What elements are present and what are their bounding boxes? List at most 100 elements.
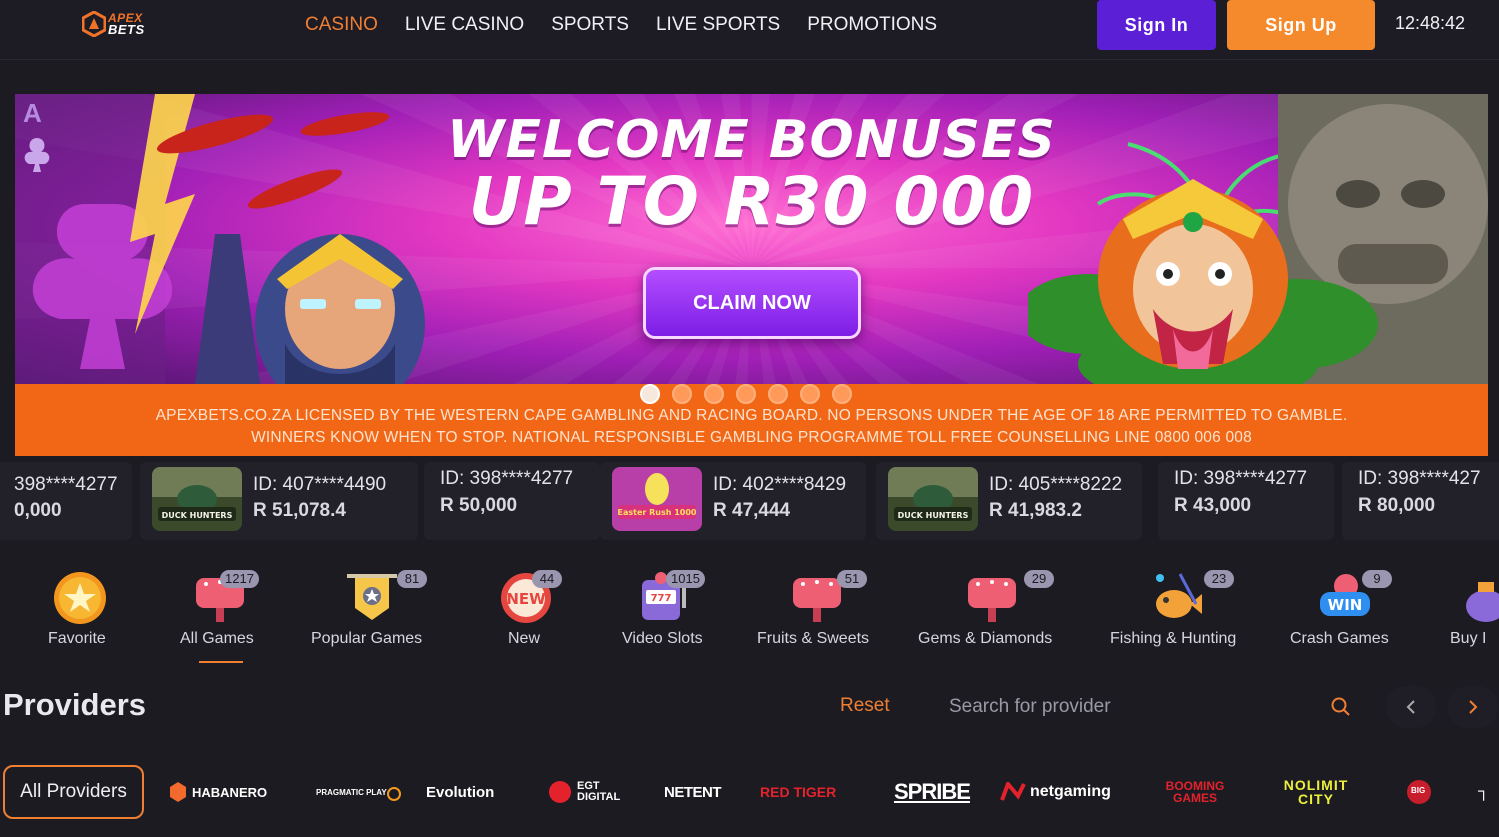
- category-buy-bonus[interactable]: Buy I: [1450, 568, 1499, 668]
- carousel-dot[interactable]: [768, 384, 788, 404]
- carousel-dot[interactable]: [672, 384, 692, 404]
- main-nav: CASINO LIVE CASINO SPORTS LIVE SPORTS PR…: [305, 12, 964, 38]
- category-label: Fishing & Hunting: [1110, 630, 1237, 647]
- category-count-badge: 23: [1204, 570, 1234, 588]
- money-bag-icon: [1466, 582, 1499, 622]
- category-count-badge: 1217: [220, 570, 259, 588]
- license-line2: WINNERS KNOW WHEN TO STOP. NATIONAL RESP…: [251, 429, 1252, 446]
- signboard-icon: [968, 578, 1016, 622]
- nav-casino[interactable]: CASINO: [305, 12, 378, 38]
- duck-hunters-thumbnail: DUCK HUNTERS: [152, 467, 242, 531]
- thumb-title: Easter Rush 1000: [618, 508, 697, 517]
- svg-text:NEW: NEW: [506, 590, 546, 608]
- thumb-title: DUCK HUNTERS: [162, 511, 233, 520]
- svg-text:777: 777: [651, 593, 672, 604]
- category-label: Fruits & Sweets: [757, 630, 870, 647]
- all-providers-button[interactable]: All Providers: [3, 765, 144, 819]
- winner-card[interactable]: ID: 398****427 R 80,000: [1342, 462, 1499, 540]
- apexbets-logo[interactable]: APEX BETS: [82, 9, 174, 39]
- carousel-dot[interactable]: [736, 384, 756, 404]
- provider-name: NOLIMIT CITY: [1283, 777, 1349, 807]
- provider-spribe[interactable]: SPRIBE: [894, 776, 971, 808]
- winner-id: ID: 407****4490: [253, 474, 387, 495]
- provider-netgaming[interactable]: netgaming: [1000, 776, 1111, 808]
- nav-sports[interactable]: SPORTS: [551, 12, 629, 38]
- banner-headline: WELCOME BONUSES UP TO R30 000: [15, 112, 1488, 236]
- provider-name: HABANERO: [192, 784, 268, 800]
- category-label: Buy I: [1450, 630, 1487, 647]
- provider-name: BIG: [1411, 786, 1426, 795]
- duck-hunters-thumbnail: DUCK HUNTERS: [888, 467, 978, 531]
- provider-big-time-gaming[interactable]: BIG: [1406, 776, 1432, 808]
- egt-icon: [549, 781, 571, 803]
- carousel-dots: [640, 384, 852, 404]
- provider-search: [935, 686, 1365, 728]
- provider-name: Evolution: [426, 783, 495, 801]
- thumb-title: DUCK HUNTERS: [898, 511, 969, 520]
- winner-card[interactable]: DUCK HUNTERS ID: 405****8222 R 41,983.2: [876, 462, 1142, 540]
- provider-nolimit-city[interactable]: NOLIMIT CITY: [1268, 776, 1364, 808]
- nav-promotions[interactable]: PROMOTIONS: [807, 12, 937, 38]
- svg-text:WIN: WIN: [1328, 596, 1363, 614]
- sign-in-button[interactable]: Sign In: [1097, 0, 1216, 50]
- logo-hexagon-icon: [82, 11, 106, 37]
- reset-button[interactable]: Reset: [840, 695, 890, 717]
- carousel-dot[interactable]: [832, 384, 852, 404]
- category-label: Crash Games: [1290, 630, 1389, 647]
- provider-name: netgaming: [1030, 783, 1111, 800]
- provider-netent[interactable]: NETENT: [664, 776, 722, 808]
- provider-name: SPRIBE: [894, 779, 971, 804]
- winner-amount: R 47,444: [713, 500, 791, 521]
- winner-id: ID: 402****8429: [713, 474, 847, 495]
- search-icon[interactable]: [1330, 696, 1352, 718]
- fishing-icon: [1156, 573, 1202, 618]
- logo-wordmark: APEX BETS: [108, 12, 145, 37]
- provider-booming-games[interactable]: BOOMING GAMES: [1160, 776, 1230, 808]
- category-label: Gems & Diamonds: [918, 630, 1053, 647]
- winner-id: ID: 398****4277: [1174, 468, 1308, 489]
- sign-up-button[interactable]: Sign Up: [1227, 0, 1375, 50]
- carousel-dot[interactable]: [800, 384, 820, 404]
- active-category-underline: [199, 661, 243, 663]
- carousel-dot[interactable]: [704, 384, 724, 404]
- providers-next-button[interactable]: [1448, 686, 1498, 728]
- winner-amount: R 41,983.2: [989, 500, 1082, 521]
- clock: 12:48:42: [1395, 13, 1466, 33]
- category-count-badge: 81: [397, 570, 427, 588]
- provider-search-input[interactable]: [935, 686, 1325, 728]
- provider-list: All Providers HABANERO PRAGMATIC PLAY Ev…: [0, 762, 1499, 822]
- promo-banner[interactable]: A WELCOME BONUSES UP TO R30 000 CLAIM NO…: [15, 94, 1488, 384]
- license-line1: APEXBETS.CO.ZA LICENSED BY THE WESTERN C…: [155, 407, 1348, 424]
- carousel-dot[interactable]: [640, 384, 660, 404]
- providers-prev-button[interactable]: [1386, 686, 1436, 728]
- category-count-badge: 44: [532, 570, 562, 588]
- game-categories: Favorite 1217 All Games 81 Popular Games…: [0, 568, 1499, 668]
- provider-habanero[interactable]: HABANERO: [170, 776, 267, 808]
- provider-egt-digital[interactable]: EGT DIGITAL: [548, 776, 627, 808]
- nav-live-sports[interactable]: LIVE SPORTS: [656, 12, 780, 38]
- banner-title-line1: WELCOME BONUSES: [447, 110, 1056, 170]
- provider-red-tiger[interactable]: RED TIGER: [760, 776, 836, 808]
- winner-card[interactable]: DUCK HUNTERS ID: 407****4490 R 51,078.4: [140, 462, 418, 540]
- winner-amount: 0,000: [14, 500, 62, 521]
- recent-winners-ticker: 398****4277 0,000 DUCK HUNTERS ID: 407**…: [0, 462, 1499, 542]
- winner-card[interactable]: ID: 398****4277 R 50,000: [424, 462, 600, 540]
- provider-evolution[interactable]: Evolution: [426, 776, 494, 808]
- provider-pragmatic-play[interactable]: PRAGMATIC PLAY: [316, 776, 401, 808]
- banner-title-line2: UP TO R30 000: [468, 163, 1035, 240]
- winner-amount: R 80,000: [1358, 495, 1436, 516]
- winner-card[interactable]: 398****4277 0,000: [0, 462, 132, 540]
- winner-card[interactable]: ID: 398****4277 R 43,000: [1158, 462, 1334, 540]
- winner-id: ID: 398****4277: [440, 468, 574, 489]
- winner-id: ID: 405****8222: [989, 474, 1123, 495]
- claim-now-button[interactable]: CLAIM NOW: [643, 267, 861, 339]
- category-count-badge: 29: [1024, 570, 1054, 588]
- winner-card[interactable]: Easter Rush 1000 ID: 402****8429 R 47,44…: [600, 462, 866, 540]
- winner-amount: R 43,000: [1174, 495, 1252, 516]
- provider-partial[interactable]: ┐: [1478, 776, 1499, 808]
- logo-line2: BETS: [108, 22, 145, 37]
- chevron-left-icon: [1406, 700, 1415, 714]
- nav-live-casino[interactable]: LIVE CASINO: [405, 12, 524, 38]
- category-label: All Games: [180, 630, 254, 647]
- category-label: Favorite: [48, 630, 106, 647]
